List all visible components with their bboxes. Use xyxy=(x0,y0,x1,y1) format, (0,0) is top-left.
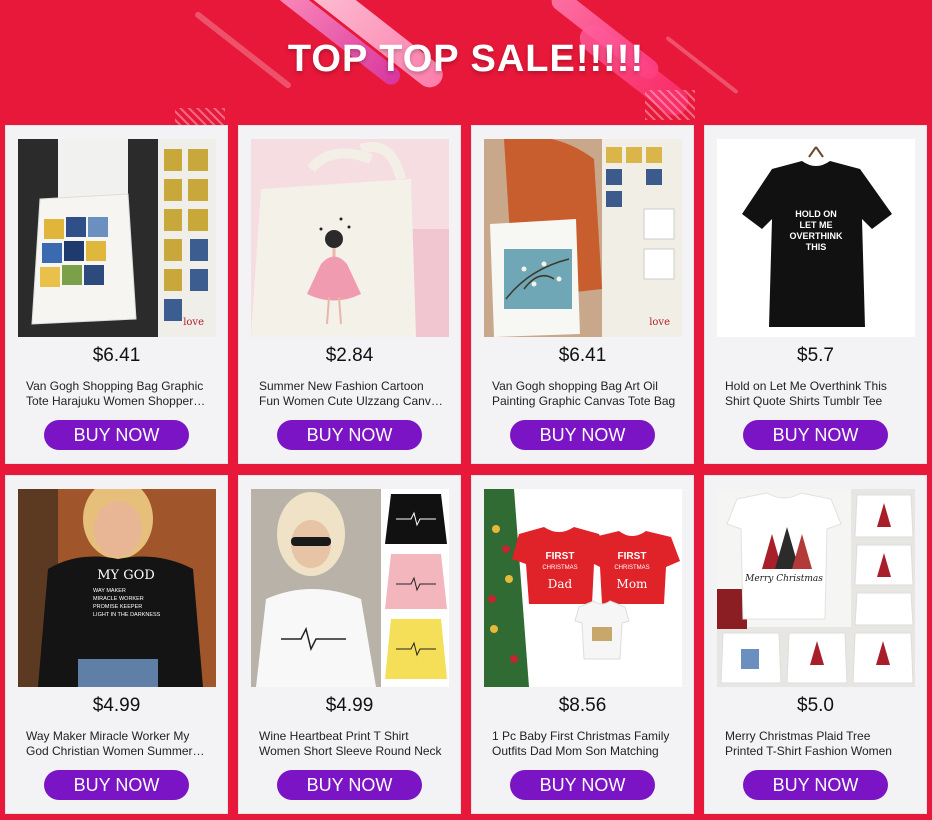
svg-text:Mom: Mom xyxy=(617,577,649,591)
svg-text:Dad: Dad xyxy=(548,577,573,591)
svg-text:Merry Christmas: Merry Christmas xyxy=(744,574,823,584)
decor-hatch xyxy=(175,108,225,125)
product-title[interactable]: Summer New Fashion Cartoon Fun Women Cut… xyxy=(259,379,445,411)
product-card[interactable]: MY GOD WAY MAKER MIRACLE WORKER PROMISE … xyxy=(5,475,228,814)
svg-text:THIS: THIS xyxy=(806,242,827,252)
product-title[interactable]: Wine Heartbeat Print T Shirt Women Short… xyxy=(259,729,445,761)
product-title[interactable]: Van Gogh Shopping Bag Graphic Tote Haraj… xyxy=(26,379,212,411)
love-yourself-text: love xyxy=(183,317,204,328)
product-price: $6.41 xyxy=(92,345,141,366)
product-card[interactable]: love $6.41 Van Gogh Shopping Bag Graphic… xyxy=(5,125,228,464)
product-image-tote-bag-van-gogh[interactable]: love xyxy=(18,139,216,337)
buy-now-button[interactable]: BUY NOW xyxy=(510,420,655,450)
buy-now-button[interactable]: BUY NOW xyxy=(743,420,888,450)
product-title[interactable]: Merry Christmas Plaid Tree Printed T-Shi… xyxy=(725,729,911,761)
product-card[interactable]: $4.99 Wine Heartbeat Print T Shirt Women… xyxy=(238,475,461,814)
product-card[interactable]: $2.84 Summer New Fashion Cartoon Fun Wom… xyxy=(238,125,461,464)
svg-text:MY GOD: MY GOD xyxy=(97,568,155,583)
product-image-tote-bag-ballerina[interactable] xyxy=(251,139,449,337)
product-price: $2.84 xyxy=(325,345,374,366)
decor-hatch xyxy=(645,90,695,120)
product-image-tshirt-my-god[interactable]: MY GOD WAY MAKER MIRACLE WORKER PROMISE … xyxy=(18,489,216,687)
product-title[interactable]: Hold on Let Me Overthink This Shirt Quot… xyxy=(725,379,911,411)
buy-now-button[interactable]: BUY NOW xyxy=(44,420,189,450)
svg-text:love: love xyxy=(649,317,670,328)
svg-text:PROMISE KEEPER: PROMISE KEEPER xyxy=(93,604,142,610)
banner-title: TOP TOP SALE!!!!! xyxy=(287,38,645,80)
svg-text:CHRISTMAS: CHRISTMAS xyxy=(614,565,649,571)
buy-now-button[interactable]: BUY NOW xyxy=(510,770,655,800)
svg-text:WAY MAKER: WAY MAKER xyxy=(93,588,126,594)
product-price: $4.99 xyxy=(325,695,374,716)
product-price: $5.0 xyxy=(797,695,834,716)
product-image-tshirt-merry-christmas[interactable]: Merry Christmas xyxy=(717,489,915,687)
product-price: $8.56 xyxy=(558,695,607,716)
product-price: $5.7 xyxy=(797,345,834,366)
buy-now-button[interactable]: BUY NOW xyxy=(277,770,422,800)
svg-text:HOLD ON: HOLD ON xyxy=(795,209,837,219)
svg-text:FIRST: FIRST xyxy=(546,551,575,562)
product-price: $4.99 xyxy=(92,695,141,716)
product-card[interactable]: Merry Christmas $5.0 Merry Christmas Pla… xyxy=(704,475,927,814)
product-card[interactable]: love $6.41 Van Gogh shopping Bag Art Oil… xyxy=(471,125,694,464)
svg-text:CHRISTMAS: CHRISTMAS xyxy=(542,565,577,571)
product-card[interactable]: HOLD ON LET ME OVERTHINK THIS $5.7 Hold … xyxy=(704,125,927,464)
svg-text:LET ME: LET ME xyxy=(800,220,833,230)
product-title[interactable]: 1 Pc Baby First Christmas Family Outfits… xyxy=(492,729,678,761)
product-image-tshirt-wine-heartbeat[interactable] xyxy=(251,489,449,687)
product-image-tshirt-first-christmas[interactable]: FIRST CHRISTMAS Dad FIRST CHRISTMAS Mom xyxy=(484,489,682,687)
product-title[interactable]: Way Maker Miracle Worker My God Christia… xyxy=(26,729,212,761)
svg-text:MIRACLE WORKER: MIRACLE WORKER xyxy=(93,596,144,602)
product-image-tshirt-hold-on[interactable]: HOLD ON LET ME OVERTHINK THIS xyxy=(717,139,915,337)
product-image-tote-bag-almond-blossom[interactable]: love xyxy=(484,139,682,337)
product-price: $6.41 xyxy=(558,345,607,366)
promo-banner: TOP TOP SALE!!!!! xyxy=(0,0,932,125)
product-title[interactable]: Van Gogh shopping Bag Art Oil Painting G… xyxy=(492,379,678,411)
svg-text:FIRST: FIRST xyxy=(618,551,647,562)
product-card[interactable]: FIRST CHRISTMAS Dad FIRST CHRISTMAS Mom … xyxy=(471,475,694,814)
buy-now-button[interactable]: BUY NOW xyxy=(44,770,189,800)
buy-now-button[interactable]: BUY NOW xyxy=(743,770,888,800)
svg-text:OVERTHINK: OVERTHINK xyxy=(789,231,843,241)
svg-text:LIGHT IN THE DARKNESS: LIGHT IN THE DARKNESS xyxy=(93,612,161,618)
buy-now-button[interactable]: BUY NOW xyxy=(277,420,422,450)
